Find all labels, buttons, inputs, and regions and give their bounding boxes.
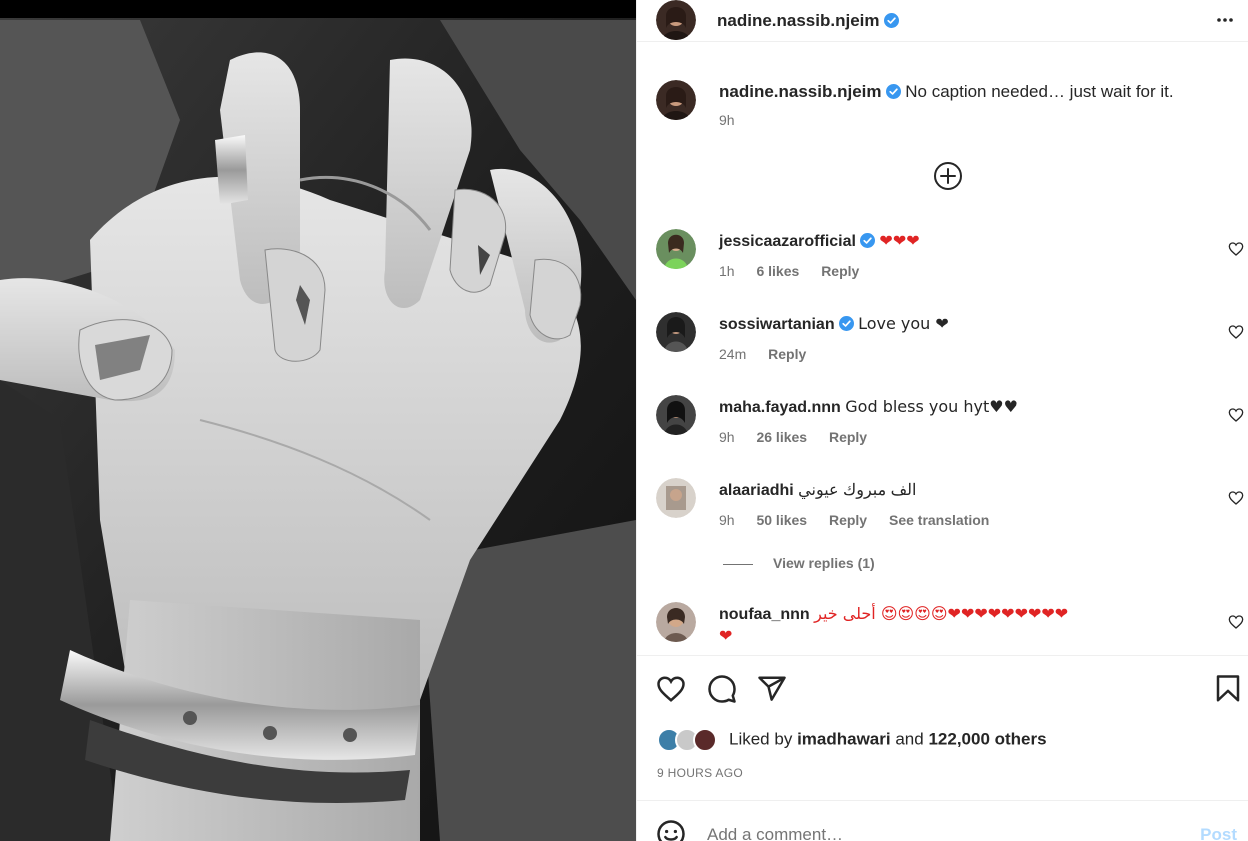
reply-button[interactable]: Reply [829, 512, 867, 528]
post-image[interactable] [0, 0, 636, 841]
comment-text: noufaa_nnn أحلى خير 😍😍😍😍❤❤❤❤❤❤❤❤❤ [719, 604, 1068, 624]
clasped-hands-photo [0, 18, 636, 841]
comment-body: God bless you hyt♥♥ [845, 397, 1018, 416]
view-replies-label: View replies (1) [773, 555, 875, 571]
post-timestamp: 9 HOURS AGO [657, 766, 743, 780]
reply-button[interactable]: Reply [821, 263, 859, 279]
post-detail-panel: nadine.nassib.njeim nadine.nassib.njeim … [636, 0, 1248, 841]
view-replies-button[interactable]: View replies (1) [723, 555, 875, 571]
comment-meta: 1h 6 likes Reply [719, 263, 877, 279]
comment-body: أحلى خير 😍😍😍😍❤❤❤❤❤❤❤❤❤ [814, 604, 1069, 623]
verified-badge-icon [838, 316, 854, 331]
liker-avatars[interactable] [657, 728, 721, 752]
share-icon[interactable] [757, 674, 787, 704]
post-header: nadine.nassib.njeim [637, 0, 1248, 42]
post-comment-button[interactable]: Post [1200, 825, 1237, 841]
heart-icon[interactable] [1228, 490, 1244, 506]
comment-username[interactable]: noufaa_nnn [719, 606, 810, 623]
liked-by-label: Liked by [729, 729, 793, 749]
comment-username[interactable]: maha.fayad.nnn [719, 399, 841, 416]
liked-by-user[interactable]: imadhawari [797, 729, 891, 748]
commenter-avatar[interactable] [656, 312, 696, 352]
verified-badge-icon [885, 84, 901, 99]
emoji-icon[interactable] [656, 819, 686, 841]
comment-icon[interactable] [707, 674, 737, 704]
post-actions: Liked by imadhawari and 122,000 others 9… [637, 655, 1248, 805]
comment-meta: 24m Reply [719, 346, 824, 362]
author-username[interactable]: nadine.nassib.njeim [717, 11, 899, 31]
comment-text: maha.fayad.nnn God bless you hyt♥♥ [719, 397, 1018, 417]
heart-icon[interactable] [656, 674, 686, 704]
heart-icon[interactable] [1228, 614, 1244, 630]
comment-meta: 9h 26 likes Reply [719, 429, 885, 445]
caption-time: 9h [719, 112, 735, 128]
caption-username[interactable]: nadine.nassib.njeim [719, 82, 882, 101]
comment-time: 24m [719, 346, 747, 362]
comment-likes[interactable]: 50 likes [756, 512, 807, 528]
author-avatar[interactable] [656, 0, 696, 40]
comment-time: 9h [719, 429, 735, 445]
comment-body: Love you ❤ [858, 314, 949, 333]
photo-top-strip [0, 0, 636, 18]
comment-body: ❤❤❤ [879, 231, 920, 250]
load-more-comments-icon[interactable] [933, 161, 963, 191]
heart-icon[interactable] [1228, 324, 1244, 340]
comment-text: sossiwartanian Love you ❤ [719, 314, 949, 334]
verified-badge-icon [859, 233, 875, 248]
liked-and-label: and [895, 729, 924, 749]
commenter-avatar[interactable] [656, 602, 696, 642]
comment-likes[interactable]: 26 likes [756, 429, 807, 445]
commenter-avatar[interactable] [656, 229, 696, 269]
reply-button[interactable]: Reply [829, 429, 867, 445]
comment-username[interactable]: sossiwartanian [719, 316, 835, 333]
comment-body: الف مبروك عيوني [798, 482, 917, 499]
more-options-icon[interactable] [1213, 8, 1237, 32]
comment-meta: 9h 50 likes Reply See translation [719, 512, 1007, 528]
comment-time: 1h [719, 263, 735, 279]
heart-icon[interactable] [1228, 241, 1244, 257]
see-translation-button[interactable]: See translation [889, 512, 989, 528]
likes-count[interactable]: 122,000 others [928, 729, 1046, 748]
comment-time: 9h [719, 512, 735, 528]
comment-username[interactable]: jessicaazarofficial [719, 233, 856, 250]
likes-summary: Liked by imadhawari and 122,000 others [657, 728, 1047, 752]
commenter-avatar[interactable] [656, 478, 696, 518]
comment-body-wrap: ❤ [719, 626, 733, 645]
comment-likes[interactable]: 6 likes [756, 263, 799, 279]
reply-button[interactable]: Reply [768, 346, 806, 362]
caption-avatar[interactable] [656, 80, 696, 120]
comment-text: jessicaazarofficial ❤❤❤ [719, 231, 920, 251]
add-comment-bar: Post [637, 800, 1248, 841]
heart-icon[interactable] [1228, 407, 1244, 423]
caption-text: nadine.nassib.njeim No caption needed… j… [719, 82, 1174, 102]
comment-username[interactable]: alaariadhi [719, 482, 794, 499]
view-replies-divider [723, 563, 753, 565]
caption-body: No caption needed… just wait for it. [905, 82, 1174, 101]
comment-input[interactable] [707, 825, 1187, 841]
commenter-avatar[interactable] [656, 395, 696, 435]
comment-text: alaariadhi الف مبروك عيوني [719, 480, 917, 500]
bookmark-icon[interactable] [1213, 674, 1243, 704]
verified-badge-icon [883, 13, 899, 28]
